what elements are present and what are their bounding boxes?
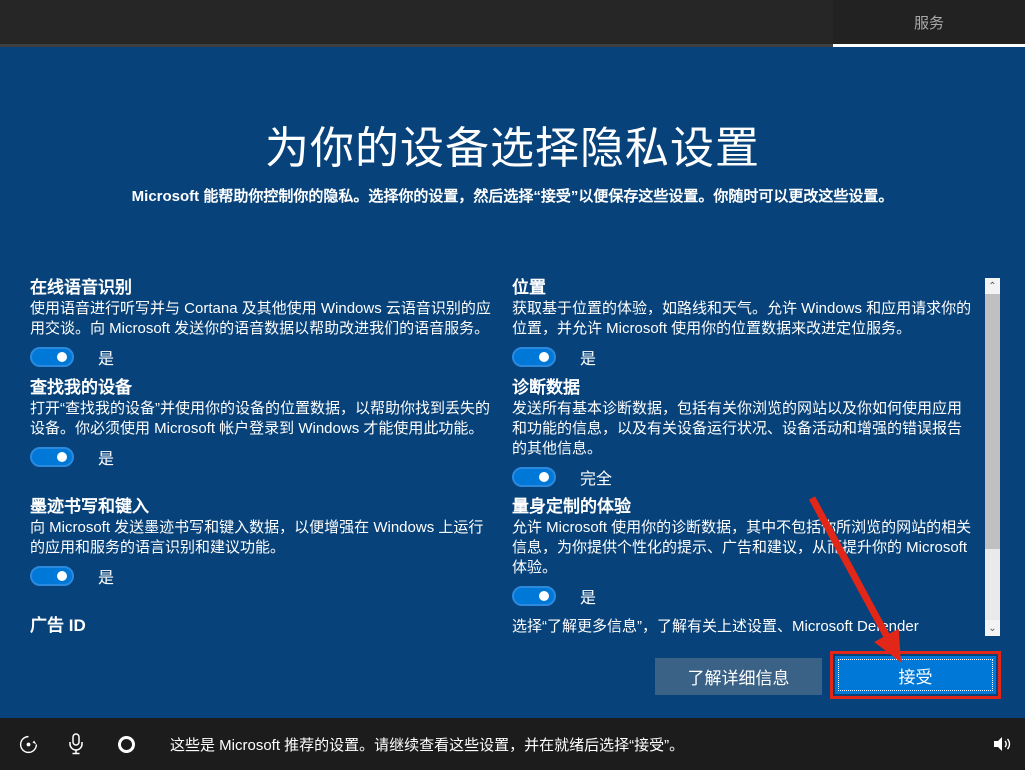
title-bar-divider [0,44,833,47]
setting-description: 使用语音进行听写并与 Cortana 及其他使用 Windows 云语音识别的应… [30,299,496,339]
status-message: 这些是 Microsoft 推荐的设置。请继续查看这些设置，并在就绪后选择“接受… [170,734,684,755]
setting-description: 获取基于位置的体验，如路线和天气。允许 Windows 和应用请求你的位置，并允… [512,299,974,339]
setting-tailored-experiences: 量身定制的体验 允许 Microsoft 使用你的诊断数据，其中不包括你所浏览的… [512,496,974,607]
toggle-state-label: 是 [98,564,114,588]
page-subtitle: Microsoft 能帮助你控制你的隐私。选择你的设置，然后选择“接受”以便保存… [0,185,1025,206]
setting-online-speech: 在线语音识别 使用语音进行听写并与 Cortana 及其他使用 Windows … [30,277,496,368]
setting-title: 在线语音识别 [30,277,496,298]
setting-title: 查找我的设备 [30,377,496,398]
inking-typing-toggle[interactable] [30,566,74,586]
diagnostic-data-toggle[interactable] [512,467,556,487]
tab-service[interactable]: 服务 [833,0,1025,47]
setting-advertising-id: 广告 ID [30,615,496,637]
toggle-knob [539,352,549,362]
accept-highlight-box: 接受 [830,651,1001,699]
setting-title: 诊断数据 [512,377,974,398]
setting-title: 位置 [512,277,974,298]
setting-inking-typing: 墨迹书写和键入 向 Microsoft 发送墨迹书写和键入数据，以便增强在 Wi… [30,496,496,587]
setting-description: 允许 Microsoft 使用你的诊断数据，其中不包括你所浏览的网站的相关信息，… [512,518,974,578]
setting-title: 广告 ID [30,615,496,636]
scrollbar[interactable]: ⌃ ⌄ [985,278,1000,636]
setting-description: 向 Microsoft 发送墨迹书写和键入数据，以便增强在 Windows 上运… [30,518,496,558]
toggle-knob [57,452,67,462]
tab-service-label: 服务 [914,12,944,33]
toggle-state-label: 是 [98,445,114,469]
chevron-up-icon[interactable]: ⌃ [985,278,1000,294]
volume-icon[interactable] [991,733,1013,755]
page-title: 为你的设备选择隐私设置 [0,112,1025,176]
toggle-knob [57,571,67,581]
accept-button[interactable]: 接受 [835,656,996,694]
setting-title: 墨迹书写和键入 [30,496,496,517]
setting-title: 量身定制的体验 [512,496,974,517]
setting-location: 位置 获取基于位置的体验，如路线和天气。允许 Windows 和应用请求你的位置… [512,277,974,368]
toggle-knob [539,591,549,601]
setting-diagnostic-data: 诊断数据 发送所有基本诊断数据，包括有关你浏览的网站以及你如何使用应用和功能的信… [512,377,974,488]
setting-description: 打开“查找我的设备”并使用你的设备的位置数据，以帮助你找到丢失的设备。你必须使用… [30,399,496,439]
oobe-privacy-screen: 服务 为你的设备选择隐私设置 Microsoft 能帮助你控制你的隐私。选择你的… [0,0,1025,770]
settings-footnote: 选择“了解更多信息”，了解有关上述设置、Microsoft Defender [512,616,974,636]
scrollbar-thumb[interactable] [985,294,1000,549]
setting-find-my-device: 查找我的设备 打开“查找我的设备”并使用你的设备的位置数据，以帮助你找到丢失的设… [30,377,496,468]
status-bar: 这些是 Microsoft 推荐的设置。请继续查看这些设置，并在就绪后选择“接受… [0,718,1025,770]
find-my-device-toggle[interactable] [30,447,74,467]
toggle-state-label: 完全 [580,465,612,489]
microphone-icon[interactable] [65,733,87,755]
location-toggle[interactable] [512,347,556,367]
title-bar: 服务 [0,0,1025,47]
toggle-state-label: 是 [580,345,596,369]
toggle-knob [57,352,67,362]
setting-description: 发送所有基本诊断数据，包括有关你浏览的网站以及你如何使用应用和功能的信息，以及有… [512,399,974,459]
toggle-state-label: 是 [580,584,596,608]
tailored-experiences-toggle[interactable] [512,586,556,606]
cortana-ring-icon[interactable] [115,733,137,755]
toggle-knob [539,472,549,482]
learn-more-button[interactable]: 了解详细信息 [655,658,822,695]
toggle-state-label: 是 [98,345,114,369]
online-speech-toggle[interactable] [30,347,74,367]
chevron-down-icon[interactable]: ⌄ [985,620,1000,636]
ease-of-access-icon[interactable] [17,733,39,755]
